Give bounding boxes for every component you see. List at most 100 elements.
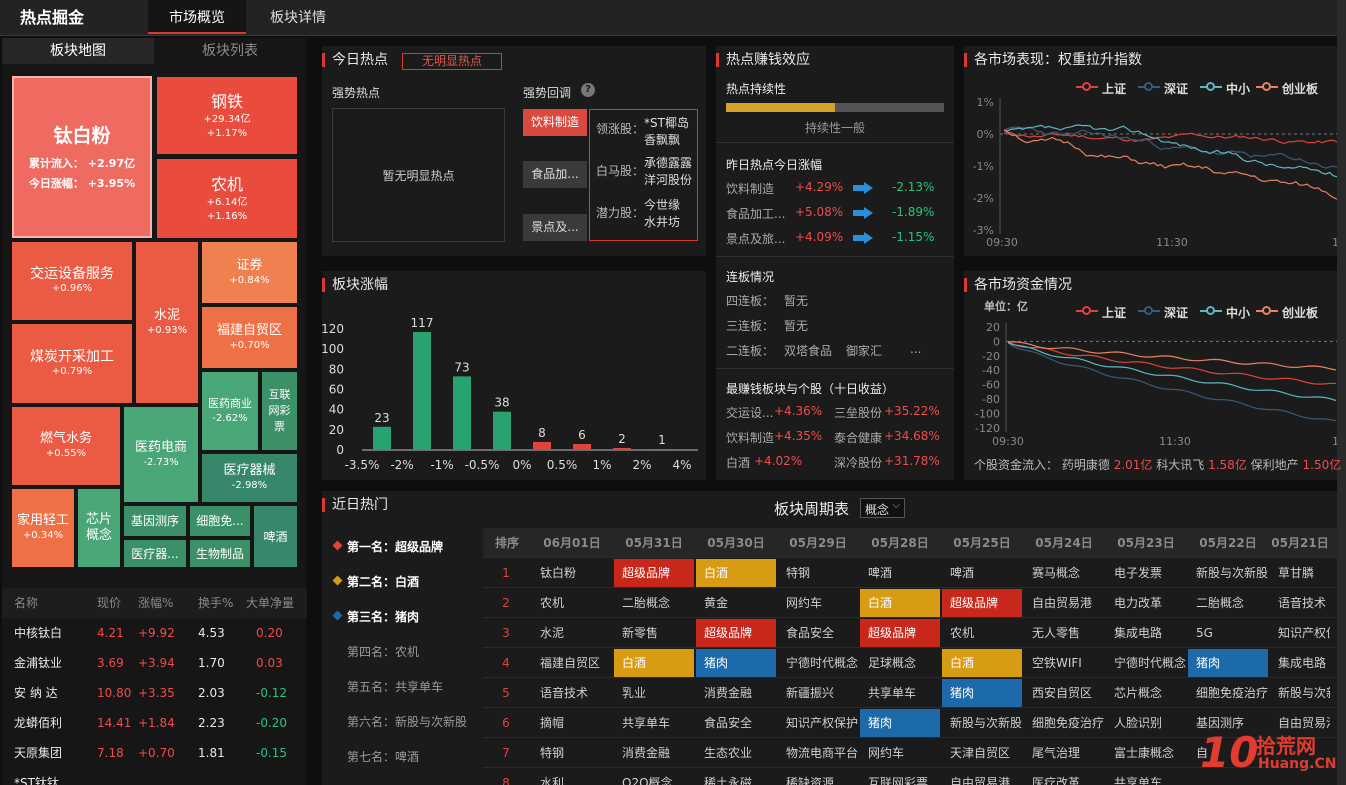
recent-item[interactable]: 第一名：超级品牌 xyxy=(347,538,443,555)
concept-cell[interactable]: 乳业 xyxy=(614,679,694,707)
best-stock[interactable]: 三垒股份 xyxy=(834,404,882,421)
best-sector[interactable]: 饮料制造 xyxy=(726,429,774,446)
concept-cell[interactable]: 超级品牌 xyxy=(860,619,940,647)
concept-cell[interactable]: 农机 xyxy=(942,619,1022,647)
concept-cell[interactable]: 摘帽 xyxy=(532,709,612,737)
treemap-tile[interactable]: 芯片概念 xyxy=(78,489,120,567)
concept-cell[interactable]: 超级品牌 xyxy=(696,619,776,647)
pullback-btn-beverage[interactable]: 饮料制造 xyxy=(523,109,587,136)
cycle-select[interactable]: 概念 ⌵ xyxy=(860,498,905,518)
concept-cell[interactable]: 特钢 xyxy=(778,559,858,587)
limit-value[interactable]: 双塔食品 xyxy=(784,342,832,359)
sector-name[interactable]: 景点及旅... xyxy=(726,230,785,247)
concept-cell[interactable]: 白酒 xyxy=(942,649,1022,677)
concept-cell[interactable]: 超级品牌 xyxy=(942,589,1022,617)
treemap-tile[interactable]: 医疗器... xyxy=(124,540,186,567)
treemap-tile[interactable]: 家用轻工 +0.34% xyxy=(12,489,74,567)
sector-name[interactable]: 食品加工... xyxy=(726,205,785,222)
limit-value[interactable]: 御家汇 xyxy=(846,342,882,359)
concept-cell[interactable]: 天津自贸区 xyxy=(942,739,1022,767)
treemap-tile-titanium[interactable]: 钛白粉 累计流入： +2.97亿 今日涨幅： +3.95% xyxy=(12,76,152,238)
legend-label[interactable]: 深证 xyxy=(1164,304,1188,321)
concept-cell[interactable]: 新股与次新 xyxy=(1270,679,1330,707)
concept-cell[interactable]: 电力改革 xyxy=(1106,589,1186,617)
legend-label[interactable]: 中小 xyxy=(1226,80,1250,97)
inflow-name[interactable]: 药明康德 xyxy=(1062,458,1110,472)
concept-cell[interactable]: 农机 xyxy=(532,589,612,617)
concept-cell[interactable]: 钛白粉 xyxy=(532,559,612,587)
col-header[interactable]: 换手% xyxy=(198,588,233,618)
treemap-tile[interactable]: 煤炭开采加工 +0.79% xyxy=(12,324,132,403)
treemap-tile[interactable]: 证券 +0.84% xyxy=(202,242,297,303)
concept-cell[interactable]: 人脸识别 xyxy=(1106,709,1186,737)
concept-cell[interactable]: 知识产权保 xyxy=(1270,619,1330,647)
recent-item[interactable]: 第二名：白酒 xyxy=(347,573,419,590)
recent-item[interactable]: 第三名：猪肉 xyxy=(347,608,419,625)
concept-cell[interactable]: 啤酒 xyxy=(942,559,1022,587)
concept-cell[interactable]: 共享单车 xyxy=(614,709,694,737)
pullback-btn-scenic[interactable]: 景点及... xyxy=(523,214,587,241)
tab-sector-detail[interactable]: 板块详情 xyxy=(258,0,338,36)
concept-cell[interactable]: 足球概念 xyxy=(860,649,940,677)
concept-cell[interactable]: 草甘膦 xyxy=(1270,559,1330,587)
concept-cell[interactable]: 物流电商平台 xyxy=(778,739,858,767)
concept-cell[interactable]: 二胎概念 xyxy=(614,589,694,617)
treemap-tile[interactable]: 钢铁 +29.34亿 +1.17% xyxy=(157,77,297,154)
legend-label[interactable]: 上证 xyxy=(1102,80,1126,97)
col-header[interactable]: 名称 xyxy=(14,588,38,618)
table-row[interactable]: 金浦钛业 3.69 +3.94 1.70 0.03 xyxy=(2,648,307,678)
concept-cell[interactable]: 无人零售 xyxy=(1024,619,1104,647)
table-row[interactable]: 天原集团 7.18 +0.70 1.81 -0.15 xyxy=(2,738,307,768)
concept-cell[interactable]: 福建自贸区 xyxy=(532,649,612,677)
legend-label[interactable]: 创业板 xyxy=(1282,304,1318,321)
table-row[interactable]: 安 纳 达 10.80 +3.35 2.03 -0.12 xyxy=(2,678,307,708)
concept-cell[interactable]: 黄金 xyxy=(696,589,776,617)
concept-cell[interactable]: 电子发票 xyxy=(1106,559,1186,587)
concept-cell[interactable]: 富士康概念 xyxy=(1106,739,1186,767)
concept-cell[interactable]: 集成电路 xyxy=(1270,649,1330,677)
concept-cell[interactable]: 新股与次新股 xyxy=(942,709,1022,737)
treemap-tile[interactable]: 医疗器械 -2.98% xyxy=(202,454,297,502)
concept-cell[interactable]: 新疆振兴 xyxy=(778,679,858,707)
limit-value[interactable]: 暂无 xyxy=(784,317,808,334)
concept-cell[interactable]: 猪肉 xyxy=(942,679,1022,707)
concept-cell[interactable]: 食品安全 xyxy=(696,709,776,737)
concept-cell[interactable]: 网约车 xyxy=(860,739,940,767)
best-sector[interactable]: 白酒 xyxy=(726,454,750,471)
treemap-tile[interactable]: 基因测序 xyxy=(124,506,186,536)
legend-label[interactable]: 创业板 xyxy=(1282,80,1318,97)
concept-cell[interactable]: 医疗改革 xyxy=(1024,769,1104,785)
table-row[interactable]: 中核钛白 4.21 +9.92 4.53 0.20 xyxy=(2,618,307,648)
concept-cell[interactable]: 稀缺资源 xyxy=(778,769,858,785)
concept-cell[interactable]: 超级品牌 xyxy=(614,559,694,587)
concept-cell[interactable]: 白酒 xyxy=(614,649,694,677)
concept-cell[interactable]: 西安自贸区 xyxy=(1024,679,1104,707)
treemap-tile[interactable]: 互联网彩票 xyxy=(262,372,297,450)
col-header[interactable]: 涨幅% xyxy=(138,588,173,618)
treemap-tile[interactable]: 生物制品 xyxy=(190,540,250,567)
concept-cell[interactable]: 细胞免疫治疗 xyxy=(1188,679,1268,707)
concept-cell[interactable]: 共享单车 xyxy=(860,679,940,707)
treemap-tile[interactable]: 水泥 +0.93% xyxy=(136,242,198,403)
concept-cell[interactable]: 特钢 xyxy=(532,739,612,767)
treemap-tile[interactable]: 细胞免... xyxy=(190,506,250,536)
concept-cell[interactable]: O2O概念 xyxy=(614,769,694,785)
concept-cell[interactable]: 网约车 xyxy=(778,589,858,617)
limit-more[interactable]: ... xyxy=(910,342,921,356)
concept-cell[interactable]: 赛马概念 xyxy=(1024,559,1104,587)
limit-value[interactable]: 暂无 xyxy=(784,292,808,309)
concept-cell[interactable]: 新股与次新股 xyxy=(1188,559,1268,587)
concept-cell[interactable]: 自由贸易港 xyxy=(942,769,1022,785)
concept-cell[interactable]: 猪肉 xyxy=(860,709,940,737)
concept-cell[interactable]: 水利 xyxy=(532,769,612,785)
recent-item[interactable]: 第六名：新股与次新股 xyxy=(347,713,467,730)
legend-label[interactable]: 中小 xyxy=(1226,304,1250,321)
concept-cell[interactable]: 集成电路 xyxy=(1106,619,1186,647)
treemap-tile[interactable]: 医药商业 -2.62% xyxy=(202,372,258,450)
concept-cell[interactable]: 新零售 xyxy=(614,619,694,647)
concept-cell[interactable]: 食品安全 xyxy=(778,619,858,647)
tab-market-overview[interactable]: 市场概览 xyxy=(148,0,246,34)
concept-cell[interactable]: 宁德时代概念 xyxy=(1106,649,1186,677)
col-header[interactable]: 现价 xyxy=(97,588,121,618)
concept-cell[interactable]: 猪肉 xyxy=(696,649,776,677)
